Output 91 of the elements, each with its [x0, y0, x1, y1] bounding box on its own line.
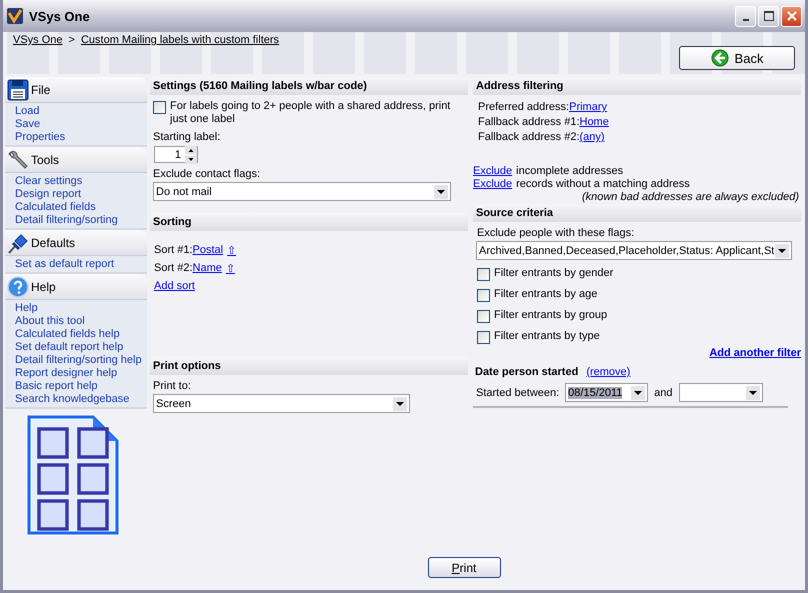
address-label: Preferred address: [478, 101, 570, 113]
flags-dropdown[interactable]: Archived,Banned,Deceased,Placeholder,Status: Applicant,St [476, 241, 792, 260]
print-to-dropdown[interactable]: Screen [153, 394, 410, 413]
address-link[interactable]: Home [580, 116, 609, 128]
section-header: Source criteria [473, 204, 801, 222]
and-label: and [654, 386, 673, 398]
minimize-button[interactable] [735, 6, 756, 26]
close-button[interactable] [781, 6, 802, 26]
flags-dropdown[interactable]: Do not mail [153, 182, 451, 201]
address-label: Fallback address #2: [478, 131, 580, 143]
window-title: VSys One [29, 8, 91, 24]
address-label: Fallback address #1: [478, 116, 580, 128]
sidebar-link[interactable]: Save [15, 118, 147, 131]
sort-label: Sort #1: [154, 244, 193, 257]
sidebar-title: Help [31, 280, 56, 294]
print-button[interactable]: Print [428, 557, 500, 578]
sidebar-header[interactable]: Help [5, 274, 147, 300]
sidebar-link[interactable]: Basic report help [15, 380, 147, 393]
checkbox-label: Filter entrants by gender [494, 267, 614, 280]
field-label: Exclude people with these flags: [476, 227, 636, 240]
checkbox[interactable] [477, 331, 490, 344]
date-dropdown[interactable] [678, 383, 763, 402]
sidebar-link[interactable]: Search knowledgebase [15, 393, 147, 406]
sidebar-link[interactable]: Report designer help [15, 367, 147, 380]
number-spinner[interactable]: 1 [154, 146, 198, 163]
sidebar-link[interactable]: Properties [15, 131, 147, 144]
section-header: Address filtering [473, 77, 801, 95]
breadcrumb-link[interactable]: VSys One [13, 34, 63, 46]
checkbox-label: Filter entrants by group [494, 309, 608, 322]
section-header: Settings (5160 Mailing labels w/bar code) [150, 77, 468, 95]
close-icon [786, 11, 796, 21]
remove-link[interactable]: (remove) [586, 366, 630, 378]
field-label: Started between: [476, 386, 560, 398]
checkbox[interactable] [477, 268, 490, 281]
sidebar-link[interactable]: Design report [15, 188, 147, 201]
sort-label: Sort #2: [154, 262, 193, 275]
exclude-text: incomplete addresses [516, 165, 624, 178]
sort-field-link[interactable]: Name [192, 262, 222, 275]
sidebar-header[interactable]: Tools [5, 147, 147, 173]
sidebar-link[interactable]: Detail filtering/sorting [15, 214, 147, 227]
maximize-button[interactable] [758, 6, 779, 26]
address-link[interactable]: Primary [569, 101, 607, 113]
exclude-link[interactable]: Exclude [473, 165, 512, 178]
minimize-icon [742, 18, 748, 20]
maximize-icon [764, 11, 774, 21]
sort-field-link[interactable]: Postal [192, 244, 224, 257]
section-header: Print options [150, 357, 468, 375]
address-link[interactable]: (any) [580, 131, 605, 143]
sidebar-header[interactable]: Defaults [5, 230, 147, 256]
field-label: Print to: [152, 380, 192, 393]
sidebar-link[interactable]: Calculated fields [15, 201, 147, 214]
exclude-link[interactable]: Exclude [473, 178, 512, 191]
checkbox-label: For labels going to 2+ people with a shared address, print just one label [170, 100, 452, 126]
section-header: Sorting [150, 213, 468, 231]
add-filter-link[interactable]: Add another filter [709, 347, 801, 359]
add-sort-link[interactable]: Add sort [154, 280, 195, 292]
sidebar-link[interactable]: Clear settings [15, 175, 147, 188]
sidebar-link[interactable]: Set as default report [15, 258, 147, 271]
checkbox[interactable] [477, 310, 490, 323]
logo-icon [7, 8, 23, 24]
pushpin-icon [7, 232, 29, 254]
sidebar-link[interactable]: Load [15, 105, 147, 118]
field-label: Exclude contact flags: [152, 168, 262, 181]
sidebar-link[interactable]: Set default report help [15, 341, 147, 354]
section-title: Date person started [475, 366, 578, 378]
sidebar-link[interactable]: Calculated fields help [15, 328, 147, 341]
wrench-icon [7, 148, 29, 170]
spinner-arrows-icon [185, 146, 197, 164]
sidebar-link[interactable]: Help [15, 302, 147, 315]
breadcrumb-separator: > [68, 34, 75, 46]
field-label: Starting label: [152, 131, 222, 144]
sidebar-link[interactable]: Detail filtering/sorting help [15, 354, 147, 367]
sidebar-header[interactable]: File [5, 77, 147, 103]
sort-direction-link[interactable]: ⇧ [226, 262, 235, 275]
checkbox[interactable] [477, 289, 490, 302]
sidebar-title: File [31, 82, 50, 96]
back-arrow-icon [710, 49, 729, 67]
breadcrumb-link[interactable]: Custom Mailing labels with custom filters [80, 34, 280, 46]
sidebar-title: Defaults [31, 236, 76, 250]
note-text: (known bad addresses are always excluded) [580, 191, 800, 204]
sort-direction-link[interactable]: ⇧ [227, 244, 236, 257]
sidebar-link[interactable]: About this tool [15, 315, 147, 328]
help-icon [7, 276, 29, 298]
back-button[interactable]: Back [679, 46, 795, 70]
checkbox-label: Filter entrants by type [494, 330, 600, 343]
document-grid-icon [27, 415, 119, 535]
sidebar-title: Tools [31, 152, 60, 166]
checkbox[interactable] [153, 101, 166, 114]
exclude-text: records without a matching address [516, 178, 690, 191]
date-dropdown[interactable]: 08/15/2011 [565, 383, 648, 402]
checkbox-label: Filter entrants by age [494, 288, 598, 301]
